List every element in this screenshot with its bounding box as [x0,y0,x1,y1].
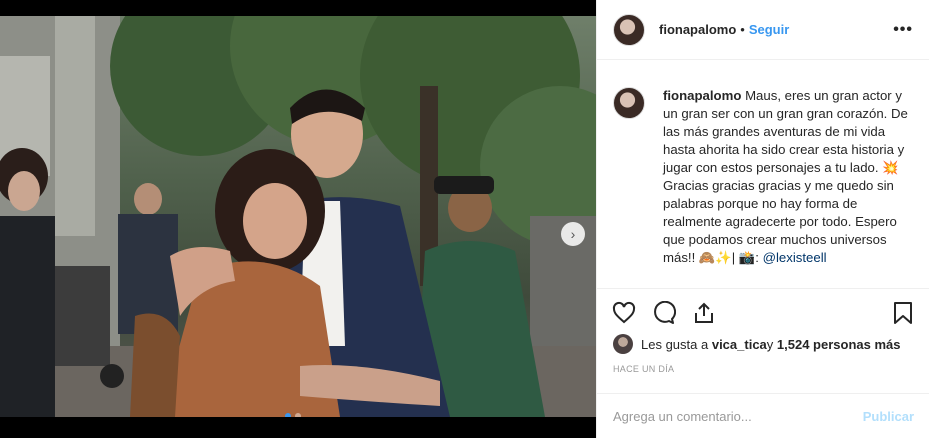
action-bar [597,288,929,336]
post-timestamp[interactable]: Hace un día [613,364,674,374]
follow-button[interactable]: Seguir [749,22,789,37]
instagram-post: › fionapalomo • Seguir ••• fionapalomo M… [0,0,929,438]
comment-form: Publicar [597,393,929,438]
comment-input[interactable] [613,408,863,424]
bookmark-icon[interactable] [890,300,916,326]
heart-icon[interactable] [611,300,637,326]
caption-username[interactable]: fionapalomo [663,88,741,103]
photo-illustration [0,16,596,417]
more-options-icon[interactable]: ••• [893,21,913,39]
comment-icon[interactable] [651,300,677,326]
likes-count[interactable]: 1,524 personas más [777,337,901,352]
publish-button[interactable]: Publicar [863,409,914,424]
post-media: › [0,0,596,438]
caption-avatar[interactable] [613,87,645,119]
next-slide-button[interactable]: › [561,222,585,246]
likes-prefix: Les gusta a [641,336,709,352]
post-sidebar: fionapalomo • Seguir ••• fionapalomo Mau… [596,0,929,438]
post-photo[interactable]: › [0,16,596,417]
caption-mention[interactable]: @lexisteell [763,250,827,265]
header-separator: • [740,22,745,37]
post-header: fionapalomo • Seguir ••• [597,0,929,60]
likes-connector: y [766,336,774,352]
liker-username[interactable]: vica_tica [712,337,767,352]
post-caption: fionapalomo Maus, eres un gran actor y u… [613,87,918,287]
author-username[interactable]: fionapalomo [659,22,736,37]
caption-text: fionapalomo Maus, eres un gran actor y u… [663,87,918,287]
chevron-right-icon: › [570,226,576,242]
likes-summary: Les gusta a vica_tica y 1,524 personas m… [613,334,900,354]
liker-avatar[interactable] [613,334,633,354]
carousel-dot-2 [295,413,301,417]
carousel-indicator [285,413,301,417]
caption-body: Maus, eres un gran actor y un gran ser c… [663,88,908,265]
share-icon[interactable] [691,300,717,326]
author-avatar[interactable] [613,13,645,46]
carousel-dot-1 [285,413,291,417]
